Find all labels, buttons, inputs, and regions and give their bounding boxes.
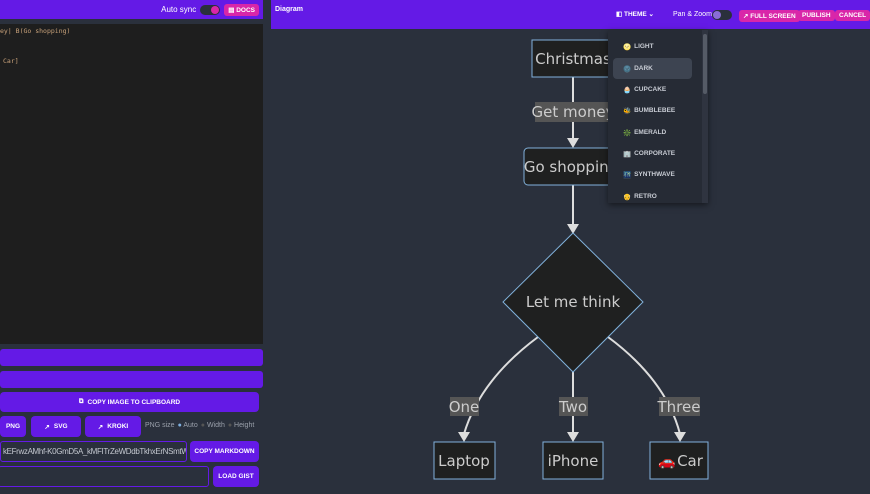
diagram-header: Diagram ◧ THEME ⌄ Pan & Zoom ↗ FULL SCRE…	[271, 0, 870, 29]
copy-image-button[interactable]: ⧉ COPY IMAGE TO CLIPBOARD	[0, 392, 259, 412]
theme-item-emerald[interactable]: ❇️ EMERALD	[613, 122, 692, 143]
theme-menu-scrollbar[interactable]	[702, 30, 708, 203]
edge-label-two: Two	[558, 398, 587, 416]
copy-icon: ⧉	[78, 398, 84, 405]
autosync-toggle[interactable]	[200, 4, 221, 15]
pan-zoom-toggle[interactable]	[712, 10, 732, 20]
edge-c-d	[463, 336, 539, 435]
editor-header: Auto sync ▤ DOCS	[0, 0, 263, 19]
node-christmas-label: Christmas	[535, 50, 611, 68]
node-decision-label: Let me think	[526, 293, 621, 311]
diagram-title: Diagram	[275, 6, 304, 13]
editor-panel: Auto sync ▤ DOCS ey| B(Go shopping) Car]…	[0, 0, 263, 494]
pan-zoom-label: Pan & Zoom	[673, 11, 712, 18]
action-bar[interactable]	[0, 371, 263, 388]
node-car-label: Car	[677, 452, 704, 470]
external-link-icon: ↗	[44, 423, 50, 431]
radio-width[interactable]: ● Width	[201, 422, 225, 429]
code-line: ey| B(Go shopping)	[0, 27, 71, 35]
edge-label-one: One	[449, 398, 480, 416]
copy-markdown-button[interactable]: COPY MARKDOWN	[190, 441, 259, 462]
theme-item-cupcake[interactable]: 🧁 CUPCAKE	[613, 79, 692, 100]
png-size-options: PNG size ● Auto ● Width ● Height	[145, 422, 255, 429]
share-link-value: kEFrwzAMhf-K0GmD5A_kMFITrZeWDdbTkhxErNSm…	[3, 447, 187, 456]
gist-input[interactable]	[0, 466, 209, 487]
radio-auto[interactable]: ● Auto	[178, 422, 198, 429]
svg-button[interactable]: ↗ SVG	[31, 416, 81, 437]
edge-c-f	[607, 336, 681, 435]
theme-item-retro[interactable]: 👴 RETRO	[613, 186, 692, 207]
flowchart[interactable]: Christmas Get money Go shopping Let me t…	[271, 29, 870, 494]
code-line: Car]	[3, 57, 19, 65]
action-bar[interactable]	[0, 349, 263, 366]
docs-button[interactable]: ▤ DOCS	[224, 3, 259, 16]
node-laptop-label: Laptop	[438, 452, 490, 470]
car-icon: 🚗	[658, 454, 675, 470]
node-iphone-label: iPhone	[548, 452, 599, 470]
theme-item-light[interactable]: 🌝 LIGHT	[613, 36, 692, 57]
png-button[interactable]: PNG	[0, 416, 26, 437]
palette-icon: ◧	[616, 11, 623, 18]
external-link-icon: ↗	[97, 423, 104, 431]
theme-menu: 🌝 LIGHT 🌚 DARK 🧁 CUPCAKE 🐝 BUMBLEBEE ❇️ EMERA…	[608, 30, 708, 203]
diagram-panel: Diagram ◧ THEME ⌄ Pan & Zoom ↗ FULL SCRE…	[271, 0, 870, 494]
code-editor[interactable]: ey| B(Go shopping) Car]	[0, 24, 263, 344]
load-gist-button[interactable]: LOAD GIST	[213, 466, 259, 487]
publish-button[interactable]: PUBLISH	[798, 10, 835, 21]
share-link-input[interactable]: kEFrwzAMhf-K0GmD5A_kMFITrZeWDdbTkhxErNSm…	[0, 441, 187, 462]
fullscreen-button[interactable]: ↗ FULL SCREEN	[739, 10, 800, 22]
edge-label-three: Three	[657, 398, 701, 416]
theme-item-bumblebee[interactable]: 🐝 BUMBLEBEE	[613, 100, 692, 121]
theme-item-synthwave[interactable]: 🌃 SYNTHWAVE	[613, 164, 692, 185]
cancel-button[interactable]: CANCEL	[835, 10, 870, 21]
node-go-shopping-label: Go shopping	[524, 158, 618, 176]
theme-dropdown[interactable]: ◧ THEME ⌄	[616, 10, 654, 18]
edge-label-get-money: Get money	[532, 103, 615, 121]
autosync-label: Auto sync	[161, 5, 197, 14]
theme-item-corporate[interactable]: 🏢 CORPORATE	[613, 143, 692, 164]
theme-item-dark[interactable]: 🌚 DARK	[613, 58, 692, 79]
kroki-button[interactable]: ↗ KROKI	[85, 416, 141, 437]
radio-height[interactable]: ● Height	[228, 422, 254, 429]
